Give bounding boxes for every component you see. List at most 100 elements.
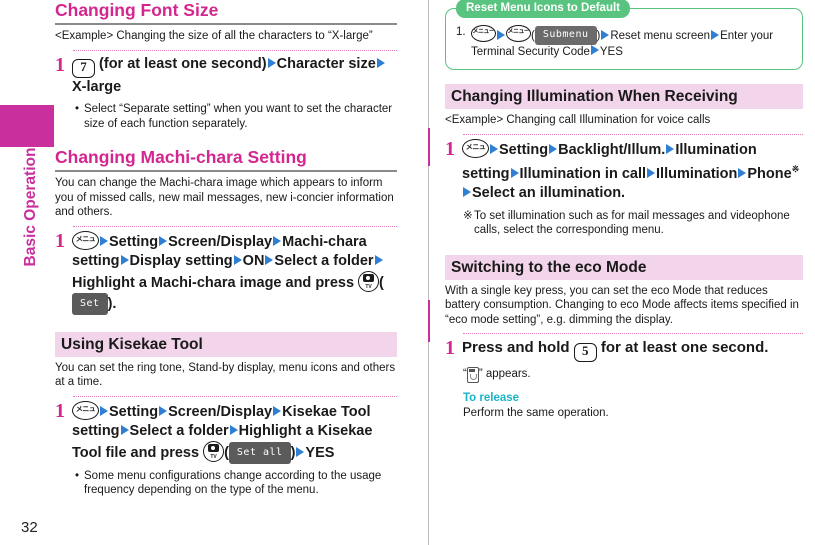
softkey-set-all-button[interactable]: Set all bbox=[228, 441, 291, 464]
page-number: 32 bbox=[21, 519, 38, 536]
callout-reset-menu-icons: 1. メニュー メニュー(Submenu) Reset menu screen Ent… bbox=[445, 0, 803, 70]
callout-text-1: Reset menu screen bbox=[610, 30, 711, 42]
step-text-1: (for at least one second) bbox=[99, 56, 267, 72]
arrow-icon bbox=[497, 29, 505, 40]
bullet-text: Select “Separate setting” when you want … bbox=[84, 103, 393, 130]
dotted-separator bbox=[73, 395, 397, 397]
arrow-icon bbox=[711, 29, 720, 40]
step-text-1: Setting bbox=[109, 403, 159, 420]
step-body: メニューSettingScreen/DisplayMachi-chara set… bbox=[72, 230, 397, 315]
arrow-icon bbox=[273, 235, 282, 246]
step-1: 1 Press and hold 5 for at least one seco… bbox=[445, 337, 803, 363]
footnote: ※ To set illumination such as for mail m… bbox=[463, 209, 803, 238]
arrow-icon bbox=[374, 254, 383, 265]
step-number: 1 bbox=[55, 399, 65, 422]
step-text-2: Screen/Display bbox=[168, 233, 273, 250]
arrow-icon bbox=[549, 144, 558, 155]
eco-mode-icon bbox=[466, 367, 479, 384]
dotted-separator bbox=[73, 225, 397, 227]
step-text-4: Illumination in call bbox=[519, 165, 647, 182]
menu-key-icon: メニュー bbox=[72, 400, 99, 420]
step-text-7: Highlight a Machi-chara image and press bbox=[72, 274, 355, 291]
step-text-7: Select an illumination. bbox=[472, 184, 626, 201]
menu-key-icon: メニュー bbox=[462, 139, 489, 158]
camera-tv-key-icon: TV bbox=[358, 270, 380, 292]
callout-item-number: 1. bbox=[456, 26, 466, 38]
bullet-item: • Some menu configurations change accord… bbox=[75, 469, 397, 498]
right-column: 1. メニュー メニュー(Submenu) Reset menu screen Ent… bbox=[445, 0, 803, 421]
section-body: You can change the Machi-chara image whi… bbox=[55, 177, 394, 218]
arrow-icon bbox=[601, 29, 610, 40]
example-line: <Example> Changing the size of all the c… bbox=[55, 30, 373, 42]
dotted-separator bbox=[463, 134, 803, 135]
heading-changing-font-size: Changing Font Size bbox=[55, 0, 397, 25]
key-5-icon: 5 bbox=[573, 343, 597, 363]
section-using-kisekae-tool: Using Kisekae Tool You can set the ring … bbox=[55, 331, 397, 498]
dotted-separator bbox=[73, 50, 397, 51]
column-accent-rule-1 bbox=[428, 128, 430, 166]
example-line: <Example> Changing call Illumination for… bbox=[445, 114, 711, 126]
arrow-icon bbox=[159, 235, 168, 246]
left-column: Changing Font Size <Example> Changing th… bbox=[55, 0, 397, 498]
step-text-1: Setting bbox=[109, 233, 159, 250]
section-changing-illumination: Changing Illumination When Receiving <Ex… bbox=[445, 84, 803, 238]
arrow-icon bbox=[120, 254, 129, 265]
softkey-set-button[interactable]: Set bbox=[72, 292, 108, 315]
step-text-6: Select a folder bbox=[274, 252, 374, 269]
step-1: 1 メニューSettingScreen/DisplayKisekae Tool … bbox=[55, 399, 397, 464]
step-number: 1 bbox=[445, 337, 455, 360]
step-text-4: Display setting bbox=[129, 252, 233, 269]
key-7-icon: 7 bbox=[72, 59, 95, 78]
step-text-1: Setting bbox=[499, 142, 549, 158]
step-number: 1 bbox=[55, 229, 65, 252]
arrow-icon bbox=[666, 144, 675, 155]
arrow-icon bbox=[120, 424, 129, 435]
section-body: You can set the ring tone, Stand-by disp… bbox=[55, 361, 396, 389]
arrow-icon bbox=[273, 405, 282, 416]
arrow-icon bbox=[590, 45, 599, 56]
step-text-3: X-large bbox=[72, 79, 122, 95]
callout-text-3: YES bbox=[599, 45, 623, 58]
section-switching-eco-mode: Switching to the eco Mode With a single … bbox=[445, 254, 803, 422]
step-body: Press and hold 5 for at least one second… bbox=[462, 338, 803, 363]
heading-using-kisekae-tool: Using Kisekae Tool bbox=[55, 331, 397, 357]
dotted-separator bbox=[463, 333, 803, 335]
arrow-icon bbox=[738, 168, 747, 178]
step-text-post: for at least one second. bbox=[600, 339, 769, 357]
arrow-icon bbox=[296, 446, 305, 457]
column-accent-rule-2 bbox=[428, 300, 430, 342]
arrow-icon bbox=[267, 58, 276, 69]
arrow-icon bbox=[100, 405, 108, 416]
step-number: 1 bbox=[55, 54, 65, 76]
arrow-icon bbox=[265, 254, 274, 265]
to-release-title: To release bbox=[463, 392, 520, 405]
step-body: メニューSettingScreen/DisplayKisekae Tool se… bbox=[72, 400, 397, 464]
footnote-text: To set illumination such as for mail mes… bbox=[474, 209, 790, 237]
step-text-6: Phone bbox=[747, 165, 792, 182]
step-number: 1 bbox=[445, 138, 455, 160]
bullet-item: • Select “Separate setting” when you wan… bbox=[75, 102, 397, 131]
to-release-body: Perform the same operation. bbox=[463, 407, 609, 420]
section-changing-font-size: Changing Font Size <Example> Changing th… bbox=[55, 0, 397, 131]
softkey-submenu-button[interactable]: Submenu bbox=[534, 26, 597, 45]
step-1: 1 7 (for at least one second) Character s… bbox=[55, 55, 397, 97]
callout-tab-label: Reset Menu Icons to Default bbox=[456, 0, 630, 18]
bullet-dot-icon: • bbox=[75, 469, 80, 482]
arrow-icon bbox=[463, 187, 471, 197]
step-1: 1 メニュー Setting Backlight/Illum. Illuminatio… bbox=[445, 139, 803, 203]
arrow-icon bbox=[100, 235, 108, 246]
arrow-icon bbox=[159, 405, 168, 416]
heading-changing-illumination: Changing Illumination When Receiving bbox=[445, 84, 803, 109]
menu-key-icon: メニュー bbox=[72, 230, 99, 250]
section-changing-machi-chara: Changing Machi-chara Setting You can cha… bbox=[55, 147, 397, 315]
step-text-6: YES bbox=[305, 444, 335, 461]
step-body: 7 (for at least one second) Character siz… bbox=[72, 55, 397, 97]
menu-key-icon: メニュー bbox=[471, 25, 496, 42]
step-1: 1 メニューSettingScreen/DisplayMachi-chara s… bbox=[55, 229, 397, 315]
bullet-dot-icon: • bbox=[75, 103, 80, 115]
bullet-text: Some menu configurations change accordin… bbox=[84, 469, 382, 497]
footnote-marker: ※ bbox=[463, 209, 473, 222]
arrow-icon bbox=[229, 424, 238, 435]
arrow-icon bbox=[233, 254, 242, 265]
footnote-marker: ※ bbox=[791, 164, 800, 174]
